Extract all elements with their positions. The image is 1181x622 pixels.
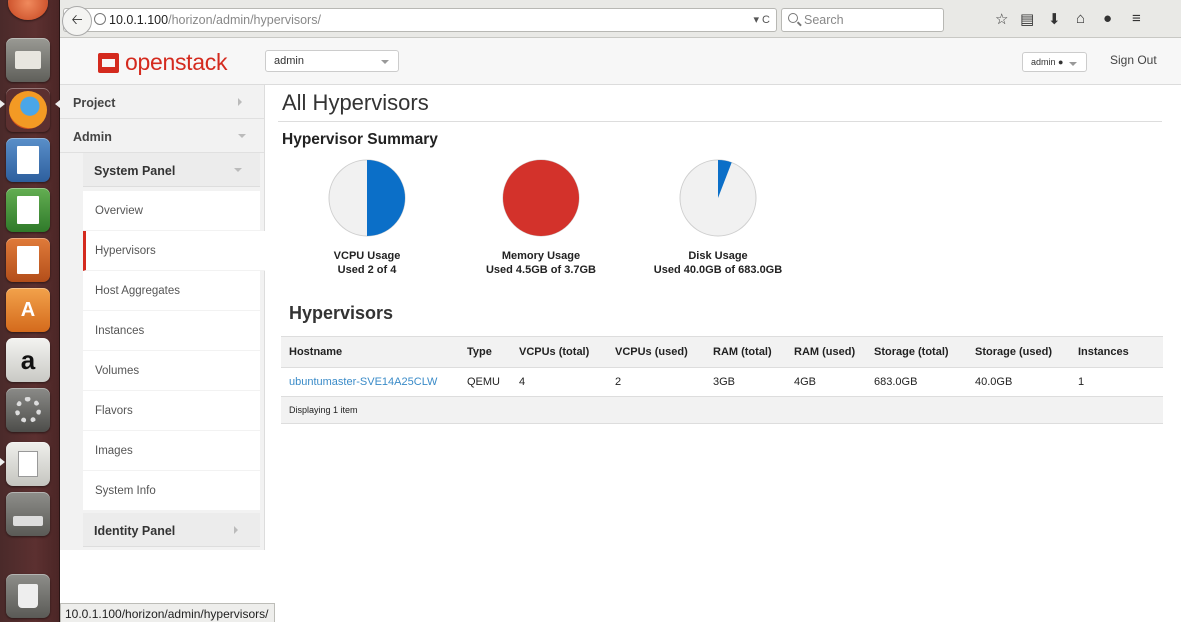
- url-text: 10.0.1.100/horizon/admin/hypervisors/: [109, 13, 321, 27]
- disk-usage-chart: Disk Usage Used 40.0GB of 683.0GB: [643, 158, 793, 277]
- sidebar-item-images[interactable]: Images: [83, 431, 260, 471]
- bookmarks-menu-icon[interactable]: ▤: [1020, 10, 1034, 28]
- col-storage-used[interactable]: Storage (used): [967, 336, 1070, 368]
- chat-icon[interactable]: ●: [1103, 10, 1112, 27]
- sidebar-item-host-aggregates[interactable]: Host Aggregates: [83, 271, 260, 311]
- page-title: All Hypervisors: [282, 90, 429, 115]
- browser-toolbar: 🡠 10.0.1.100/horizon/admin/hypervisors/ …: [60, 0, 1181, 38]
- table-footer-row: Displaying 1 item: [281, 396, 1163, 424]
- memory-usage-detail: Used 4.5GB of 3.7GB: [485, 264, 597, 276]
- home-icon[interactable]: ⌂: [1076, 10, 1085, 27]
- cell-ram-total: 3GB: [705, 367, 786, 397]
- sidebar-item-overview[interactable]: Overview: [83, 191, 260, 231]
- ubuntu-dash-icon[interactable]: [8, 0, 48, 20]
- cell-vcpus-total: 4: [511, 367, 607, 397]
- chevron-right-icon: [238, 98, 242, 106]
- col-ram-total[interactable]: RAM (total): [705, 336, 786, 368]
- sidebar-admin[interactable]: Admin: [60, 119, 264, 153]
- user-menu[interactable]: admin ●: [1022, 52, 1087, 72]
- pie-used-slice: [503, 160, 579, 236]
- back-arrow-icon: 🡠: [71, 11, 83, 27]
- col-vcpus-used[interactable]: VCPUs (used): [607, 336, 705, 368]
- libreoffice-impress-icon[interactable]: [6, 238, 50, 282]
- cell-instances: 1: [1070, 367, 1163, 397]
- disk-usage-label: Disk Usage: [688, 250, 748, 262]
- search-input[interactable]: Search: [781, 8, 944, 32]
- trash-icon[interactable]: [6, 574, 50, 618]
- col-storage-total[interactable]: Storage (total): [866, 336, 967, 368]
- chevron-down-icon: [234, 168, 242, 172]
- col-vcpus-total[interactable]: VCPUs (total): [511, 336, 607, 368]
- sidebar-system-panel[interactable]: System Panel: [83, 153, 260, 187]
- sidebar-item-hypervisors[interactable]: Hypervisors: [83, 231, 265, 271]
- chevron-down-icon: [381, 60, 389, 64]
- col-type[interactable]: Type: [459, 336, 511, 368]
- libreoffice-writer-icon[interactable]: [6, 138, 50, 182]
- download-icon[interactable]: ⬇: [1048, 10, 1061, 28]
- openstack-logo[interactable]: openstack: [98, 49, 227, 76]
- sidebar-item-instances[interactable]: Instances: [83, 311, 260, 351]
- col-instances[interactable]: Instances: [1070, 336, 1163, 368]
- hypervisors-table: Hostname Type VCPUs (total) VCPUs (used)…: [281, 336, 1163, 424]
- cell-type: QEMU: [459, 367, 511, 397]
- drive-icon[interactable]: [6, 492, 50, 536]
- disk-usage-detail: Used 40.0GB of 683.0GB: [653, 264, 783, 276]
- table-footer: Displaying 1 item: [281, 396, 1163, 424]
- system-settings-icon[interactable]: [6, 388, 50, 432]
- sidebar-project[interactable]: Project: [60, 85, 264, 119]
- text-editor-icon[interactable]: [6, 442, 50, 486]
- pie-used-slice: [367, 160, 405, 236]
- table-row: ubuntumaster-SVE14A25CLW QEMU 4 2 3GB 4G…: [281, 367, 1163, 397]
- hostname-link[interactable]: ubuntumaster-SVE14A25CLW: [289, 376, 437, 388]
- firefox-icon[interactable]: [6, 88, 50, 132]
- vcpu-usage-chart: VCPU Usage Used 2 of 4: [292, 158, 442, 277]
- cell-storage-used: 40.0GB: [967, 367, 1070, 397]
- cell-storage-total: 683.0GB: [866, 367, 967, 397]
- sidebar: Project Admin System Panel Overview Hype…: [60, 85, 265, 550]
- ubuntu-launcher: A a: [0, 0, 60, 622]
- col-ram-used[interactable]: RAM (used): [786, 336, 866, 368]
- libreoffice-calc-icon[interactable]: [6, 188, 50, 232]
- cell-ram-used: 4GB: [786, 367, 866, 397]
- reload-icon[interactable]: ▾ C: [753, 13, 770, 26]
- software-center-icon[interactable]: A: [6, 288, 50, 332]
- sidebar-item-flavors[interactable]: Flavors: [83, 391, 260, 431]
- files-icon[interactable]: [6, 38, 50, 82]
- memory-usage-chart: Memory Usage Used 4.5GB of 3.7GB: [466, 158, 616, 277]
- hamburger-menu-icon[interactable]: ≡: [1132, 10, 1141, 27]
- amazon-icon[interactable]: a: [6, 338, 50, 382]
- user-icon: ●: [1058, 57, 1064, 67]
- disk-pie: [679, 159, 757, 237]
- chevron-down-icon: [238, 134, 246, 138]
- status-bar: 10.0.1.100/horizon/admin/hypervisors/: [60, 603, 276, 622]
- table-header-row: Hostname Type VCPUs (total) VCPUs (used)…: [281, 336, 1163, 368]
- sidebar-item-system-info[interactable]: System Info: [83, 471, 260, 511]
- title-divider: [278, 121, 1162, 122]
- sign-out-link[interactable]: Sign Out: [1110, 53, 1157, 67]
- bookmark-star-icon[interactable]: ☆: [995, 10, 1008, 28]
- sidebar-identity-panel[interactable]: Identity Panel: [83, 513, 260, 547]
- horizon-header: openstack admin admin ● Sign Out: [60, 38, 1181, 85]
- vcpu-usage-detail: Used 2 of 4: [337, 264, 397, 276]
- chevron-down-icon: [1069, 62, 1077, 66]
- chevron-right-icon: [234, 526, 238, 534]
- summary-title: Hypervisor Summary: [282, 131, 438, 148]
- project-select[interactable]: admin: [265, 50, 399, 72]
- cell-vcpus-used: 2: [607, 367, 705, 397]
- col-hostname[interactable]: Hostname: [281, 336, 459, 368]
- sidebar-item-volumes[interactable]: Volumes: [83, 351, 260, 391]
- vcpu-pie: [328, 159, 406, 237]
- hypervisors-heading: Hypervisors: [289, 303, 394, 323]
- memory-pie: [502, 159, 580, 237]
- vcpu-usage-label: VCPU Usage: [333, 250, 401, 262]
- globe-icon: [94, 13, 106, 25]
- back-button[interactable]: 🡠: [62, 6, 92, 36]
- openstack-logo-icon: [98, 52, 119, 73]
- search-icon: [788, 13, 798, 23]
- memory-usage-label: Memory Usage: [501, 250, 581, 262]
- url-bar[interactable]: 🡠 10.0.1.100/horizon/admin/hypervisors/ …: [62, 6, 777, 36]
